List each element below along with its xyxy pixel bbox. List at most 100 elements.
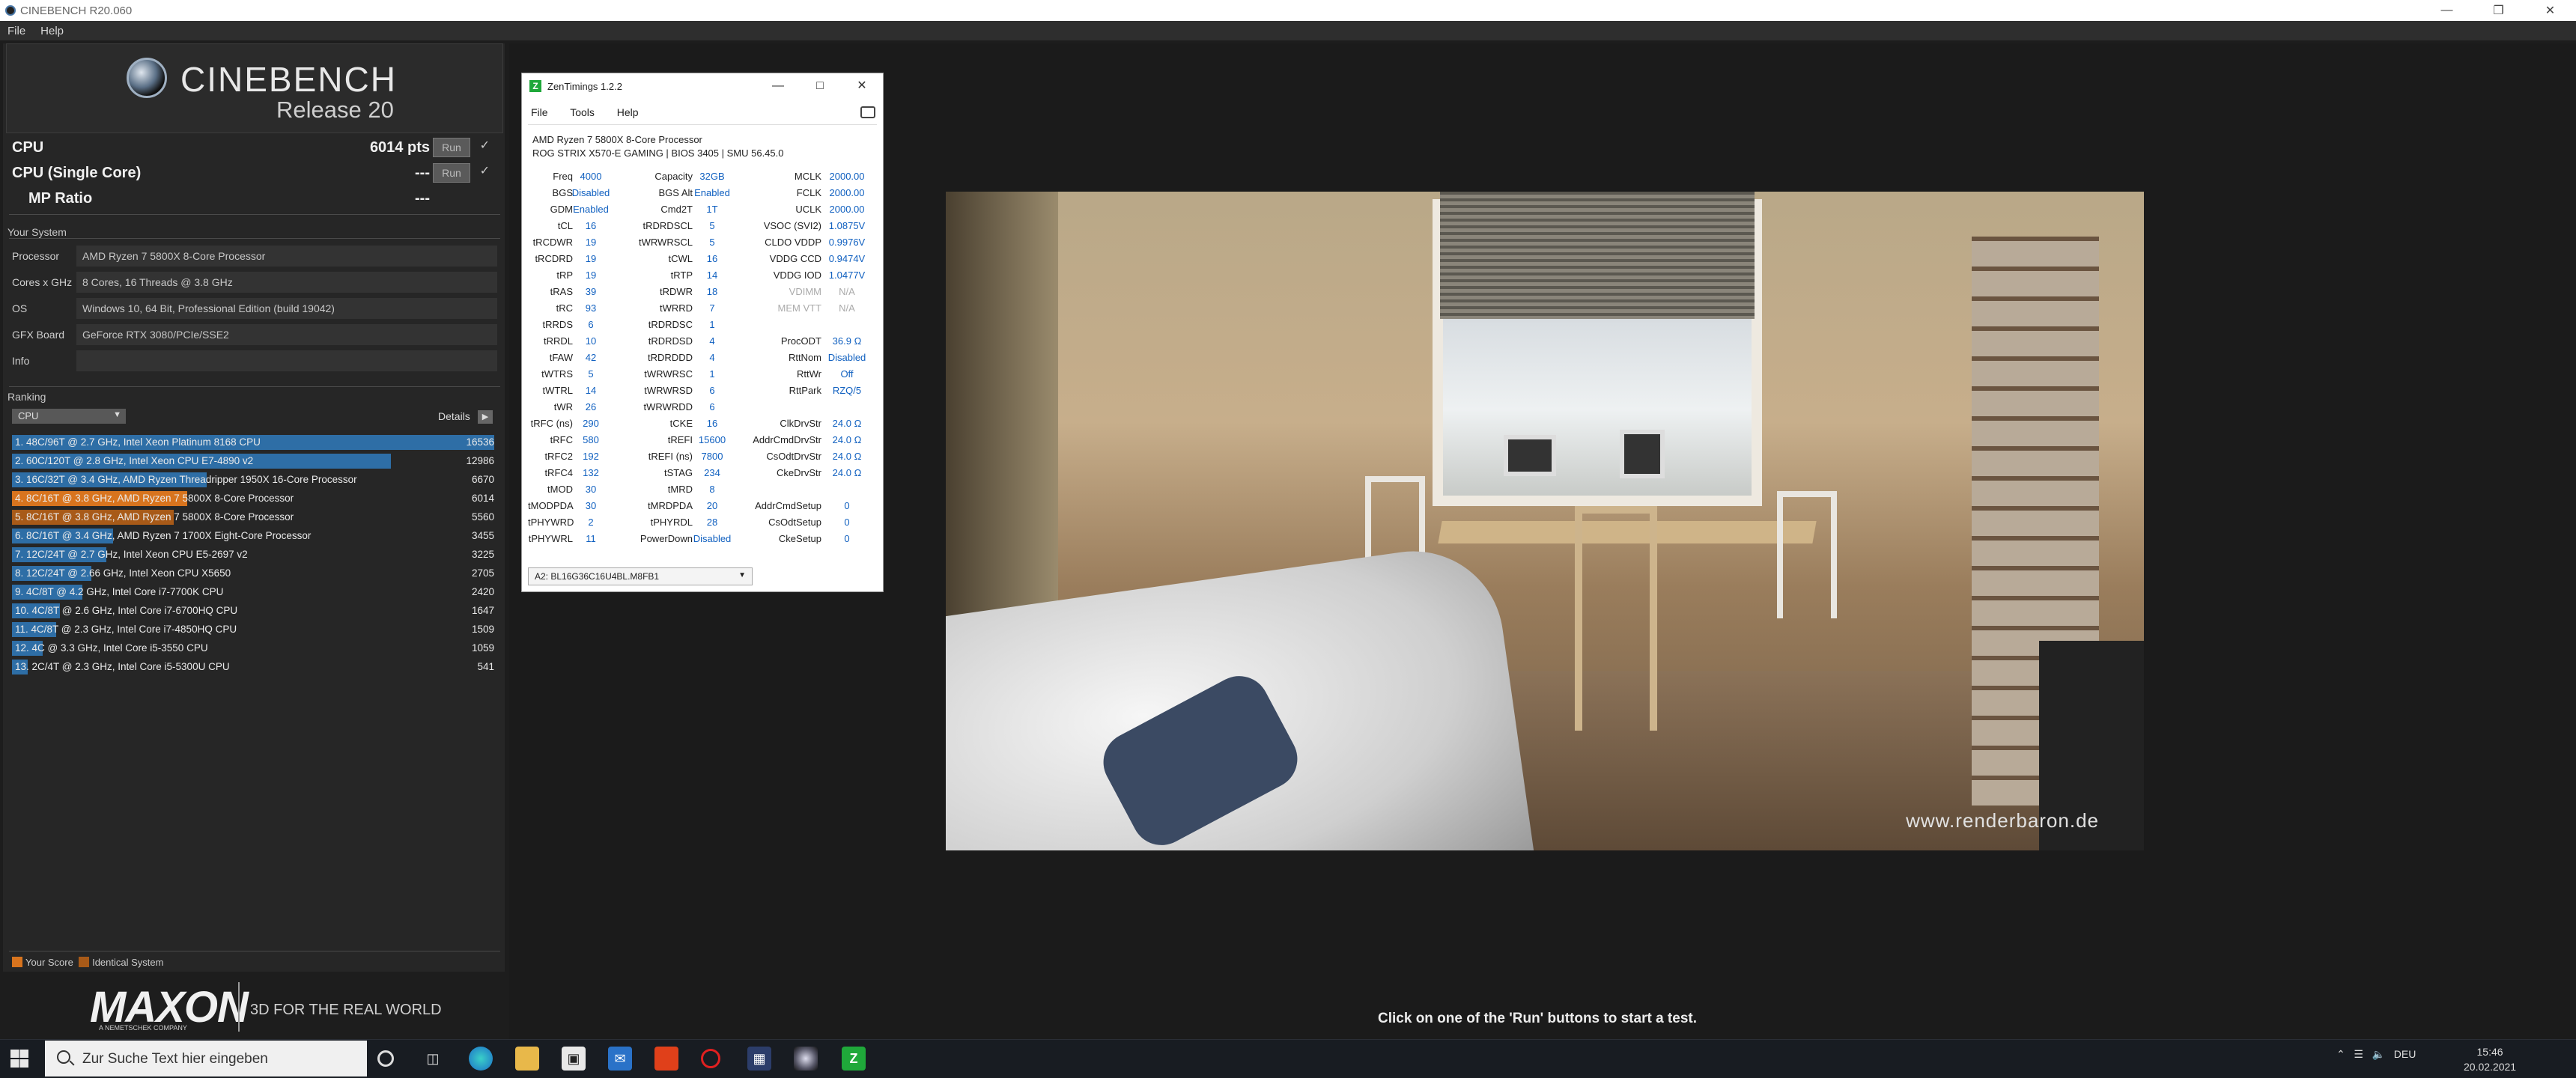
zt-maximize-button[interactable]: □ <box>799 76 841 96</box>
close-button[interactable]: ✕ <box>2524 0 2576 21</box>
taskbar-clock[interactable]: 15:46 20.02.2021 <box>2464 1044 2516 1074</box>
zt-row: tRRDL 10 tRDRDSD 4 ProcODT 36.9 Ω <box>522 335 883 350</box>
ranking-type-select[interactable]: CPU ▼ <box>12 409 126 424</box>
zt-param-label: RttPark <box>789 385 821 396</box>
zt-param-value: Disabled <box>571 187 610 198</box>
zt-row: tMOD 30 tMRD 8 <box>522 484 883 499</box>
zt-param-value: 24.0 Ω <box>832 451 862 462</box>
zt-param-value: 1T <box>706 204 718 215</box>
zt-param-label: FCLK <box>796 187 821 198</box>
single-core-run-button[interactable]: Run <box>433 163 470 183</box>
single-core-label: CPU (Single Core) <box>12 165 142 181</box>
ranking-row[interactable]: 8. 12C/24T @ 2.66 GHz, Intel Xeon CPU X5… <box>12 565 494 582</box>
ranking-type-value: CPU <box>18 410 39 421</box>
taskbar-search[interactable]: Zur Suche Text hier eingeben <box>45 1041 367 1077</box>
ranking-row[interactable]: 13. 2C/4T @ 2.3 GHz, Intel Core i5-5300U… <box>12 659 494 675</box>
office-icon[interactable] <box>654 1047 678 1071</box>
single-core-score: --- <box>415 165 430 181</box>
zt-menu-tools[interactable]: Tools <box>570 106 595 118</box>
zt-menu-help[interactable]: Help <box>617 106 639 118</box>
ranking-row[interactable]: 7. 12C/24T @ 2.7 GHz, Intel Xeon CPU E5-… <box>12 546 494 563</box>
opera-icon[interactable] <box>701 1049 720 1068</box>
edge-browser-icon[interactable] <box>469 1047 493 1071</box>
zt-param-label: tRDRDSD <box>648 335 693 347</box>
system-key: Cores x GHz <box>12 276 73 288</box>
logo-brand: CINEBENCH <box>180 60 397 99</box>
ranking-cpu-name: 3. 16C/32T @ 3.4 GHz, AMD Ryzen Threadri… <box>15 474 357 485</box>
ranking-row[interactable]: 4. 8C/16T @ 3.8 GHz, AMD Ryzen 7 5800X 8… <box>12 490 494 507</box>
zt-param-label: tREFI (ns) <box>648 451 693 462</box>
zt-param-value: 580 <box>583 434 599 445</box>
system-key: Info <box>12 355 30 367</box>
zt-row: tRC 93 tWRRD 7 MEM VTT N/A <box>522 302 883 317</box>
ranking-row[interactable]: 10. 4C/8T @ 2.6 GHz, Intel Core i7-6700H… <box>12 603 494 619</box>
zt-param-label: tRFC2 <box>544 451 573 462</box>
zt-param-value: 2000.00 <box>829 187 865 198</box>
windows-start-icon[interactable] <box>10 1050 28 1068</box>
ranking-row[interactable]: 11. 4C/8T @ 2.3 GHz, Intel Core i7-4850H… <box>12 621 494 638</box>
zt-param-value: 2 <box>588 517 594 528</box>
zt-param-value: 20 <box>706 500 718 511</box>
zentimings-taskbar-icon[interactable]: Z <box>842 1047 866 1071</box>
cortana-icon[interactable] <box>377 1050 394 1067</box>
zt-param-label: tWRWRSCL <box>639 237 693 248</box>
tray-chevron-up-icon[interactable]: ⌃ <box>2336 1048 2345 1060</box>
ranking-row[interactable]: 6. 8C/16T @ 3.4 GHz, AMD Ryzen 7 1700X E… <box>12 528 494 544</box>
search-placeholder: Zur Suche Text hier eingeben <box>82 1051 268 1067</box>
info-field[interactable] <box>76 350 497 371</box>
zt-param-label: tCWL <box>668 253 693 264</box>
memory-module-select[interactable]: A2: BL16G36C16U4BL.M8FB1 ▼ <box>528 567 753 585</box>
maximize-button[interactable]: ❐ <box>2473 0 2524 21</box>
zt-menu-file[interactable]: File <box>531 106 548 118</box>
system-tray: ⌃ ☰ 🔈 DEU <box>2336 1048 2416 1061</box>
ranking-title: Ranking <box>7 391 46 403</box>
ranking-row[interactable]: 9. 4C/8T @ 4.2 GHz, Intel Core i7-7700K … <box>12 584 494 600</box>
calculator-icon[interactable]: ▦ <box>747 1047 771 1071</box>
zt-param-label: VDDG IOD <box>773 270 821 281</box>
zt-param-value: 0.9976V <box>828 237 866 248</box>
zt-param-label: tRFC <box>550 434 573 445</box>
file-explorer-icon[interactable] <box>515 1047 539 1071</box>
single-core-enable-checkbox[interactable]: ✓ <box>480 163 490 178</box>
zt-close-button[interactable]: ✕ <box>841 76 883 96</box>
zt-param-value: 4 <box>709 352 715 363</box>
cpu-run-button[interactable]: Run <box>433 138 470 157</box>
minimize-button[interactable]: — <box>2421 0 2473 21</box>
menu-help[interactable]: Help <box>33 25 71 37</box>
network-icon[interactable]: ☰ <box>2354 1048 2363 1060</box>
store-icon[interactable]: ▣ <box>562 1047 586 1071</box>
details-label[interactable]: Details <box>438 410 470 422</box>
menu-file[interactable]: File <box>0 25 33 37</box>
zt-param-value: 7800 <box>701 451 723 462</box>
cpu-enable-checkbox[interactable]: ✓ <box>480 138 490 153</box>
zt-param-value: N/A <box>839 302 855 314</box>
zt-param-value: 5 <box>709 237 715 248</box>
ranking-row[interactable]: 5. 8C/16T @ 3.8 GHz, AMD Ryzen 7 5800X 8… <box>12 509 494 526</box>
camera-icon[interactable] <box>860 106 875 118</box>
volume-icon[interactable]: 🔈 <box>2372 1048 2385 1060</box>
ranking-score: 16536 <box>466 436 494 448</box>
zt-minimize-button[interactable]: — <box>757 76 799 96</box>
ranking-row[interactable]: 3. 16C/32T @ 3.4 GHz, AMD Ryzen Threadri… <box>12 472 494 488</box>
zt-param-value: 18 <box>706 286 718 297</box>
ranking-score: 6670 <box>471 474 494 485</box>
zt-param-value: 0 <box>844 517 850 528</box>
ranking-cpu-name: 9. 4C/8T @ 4.2 GHz, Intel Core i7-7700K … <box>15 586 224 597</box>
ranking-cpu-name: 13. 2C/4T @ 2.3 GHz, Intel Core i5-5300U… <box>15 661 230 672</box>
language-indicator[interactable]: DEU <box>2394 1048 2416 1060</box>
ranking-row[interactable]: 1. 48C/96T @ 2.7 GHz, Intel Xeon Platinu… <box>12 434 494 451</box>
cinebench-taskbar-icon[interactable] <box>794 1047 818 1071</box>
zt-param-value: 0 <box>844 533 850 544</box>
zt-param-value: 6 <box>709 401 715 412</box>
zt-param-label: tWTRS <box>541 368 573 380</box>
ranking-row[interactable]: 2. 60C/120T @ 2.8 GHz, Intel Xeon CPU E7… <box>12 453 494 469</box>
divider <box>9 238 500 239</box>
ranking-row[interactable]: 12. 4C @ 3.3 GHz, Intel Core i5-3550 CPU… <box>12 640 494 657</box>
details-toggle-button[interactable]: ▶ <box>478 410 493 424</box>
zt-param-value: 11 <box>586 533 596 544</box>
mail-icon[interactable]: ✉ <box>608 1047 632 1071</box>
zt-param-value: 24.0 Ω <box>832 418 862 429</box>
zt-row: tRRDS 6 tRDRDSC 1 <box>522 319 883 334</box>
maxon-subtitle: A NEMETSCHEK COMPANY <box>99 1024 187 1032</box>
task-view-icon[interactable]: ◫ <box>421 1047 445 1071</box>
